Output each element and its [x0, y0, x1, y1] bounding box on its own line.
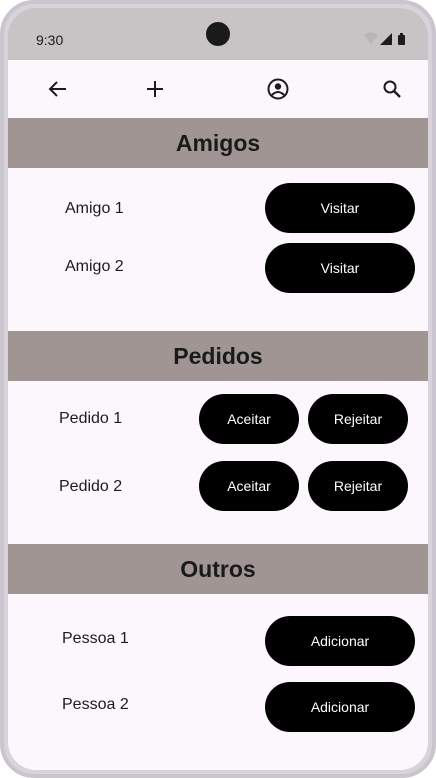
phone-frame: 9:30 Amigos Amigo 1 Visitar Amigo 2 Visi…	[0, 0, 436, 778]
battery-icon	[398, 35, 405, 45]
plus-icon[interactable]	[143, 77, 167, 101]
cellular-icon	[380, 33, 392, 45]
request-label: Pedido 2	[59, 478, 123, 495]
section-header-requests: Pedidos	[8, 331, 428, 381]
reject-button[interactable]: Rejeitar	[308, 461, 408, 511]
request-label: Pedido 1	[59, 410, 123, 427]
visit-button[interactable]: Visitar	[265, 183, 415, 233]
friend-label: Amigo 2	[65, 258, 124, 275]
section-header-friends: Amigos	[8, 118, 428, 168]
friend-label: Amigo 1	[65, 200, 124, 217]
search-icon[interactable]	[380, 77, 404, 101]
add-button[interactable]: Adicionar	[265, 682, 415, 732]
person-label: Pessoa 1	[62, 630, 129, 647]
section-header-others: Outros	[8, 544, 428, 594]
arrow-back-icon[interactable]	[46, 77, 70, 101]
account-circle-icon[interactable]	[266, 77, 290, 101]
visit-button[interactable]: Visitar	[265, 243, 415, 293]
status-bar: 9:30	[8, 8, 428, 60]
screen: 9:30 Amigos Amigo 1 Visitar Amigo 2 Visi…	[8, 8, 428, 770]
wifi-icon	[364, 32, 378, 44]
status-time: 9:30	[36, 32, 64, 48]
status-icons	[364, 32, 405, 45]
accept-button[interactable]: Aceitar	[199, 394, 299, 444]
top-app-bar	[8, 60, 428, 118]
accept-button[interactable]: Aceitar	[199, 461, 299, 511]
camera-cutout	[206, 22, 230, 46]
add-button[interactable]: Adicionar	[265, 616, 415, 666]
person-label: Pessoa 2	[62, 696, 129, 713]
reject-button[interactable]: Rejeitar	[308, 394, 408, 444]
